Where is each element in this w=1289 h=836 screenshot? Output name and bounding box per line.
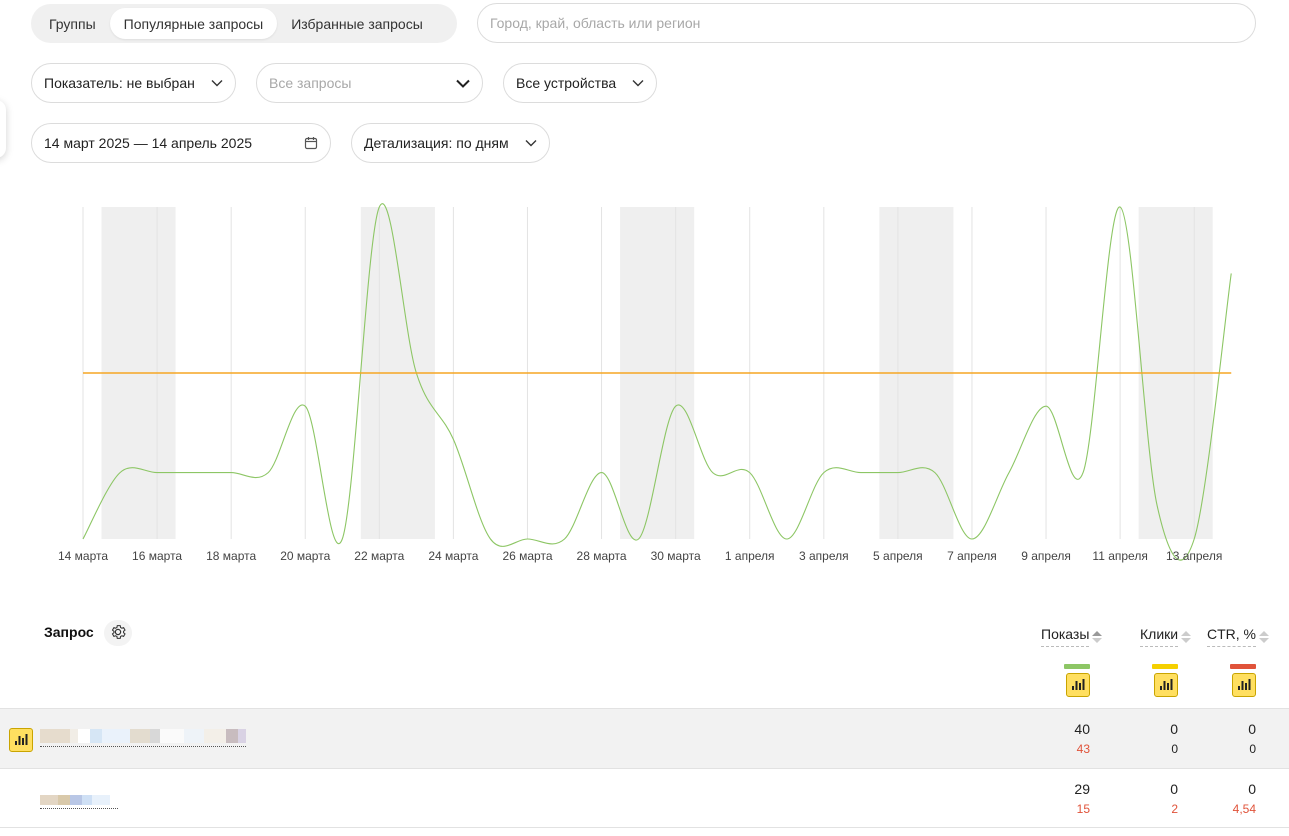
bar-chart-icon [1071,677,1085,694]
impressions-value: 29 [1074,781,1090,797]
chevron-down-icon [456,79,470,88]
clicks-prev-value: 0 [1171,742,1178,756]
indicator-dropdown-label: Показатель: не выбран [44,75,195,91]
redacted-query-text[interactable] [40,729,246,747]
column-header-impressions[interactable]: Показы [1041,626,1103,647]
indicator-dropdown[interactable]: Показатель: не выбран [31,63,236,103]
tab-groups[interactable]: Группы [35,8,110,39]
ctr-prev-value: 4,54 [1232,802,1256,816]
ctr-value: 0 [1248,781,1256,797]
ctr-chart-toggle[interactable] [1232,673,1256,697]
x-tick-label: 7 апреля [947,549,997,563]
x-tick-label: 30 марта [651,549,701,563]
clicks-prev-value: 2 [1171,802,1178,816]
detail-dropdown-label: Детализация: по дням [364,135,509,151]
impressions-value: 40 [1074,721,1090,737]
x-tick-label: 3 апреля [799,549,849,563]
x-tick-label: 18 марта [206,549,256,563]
queries-dropdown-placeholder: Все запросы [269,75,352,91]
line-chart: 14 марта 16 марта 18 марта 20 марта 22 марта… [58,203,1232,563]
tab-popular-queries[interactable]: Популярные запросы [109,8,278,39]
clicks-value: 0 [1170,781,1178,797]
ctr-color-marker [1230,664,1256,669]
sort-icon [1258,630,1270,644]
sort-icon [1180,630,1192,644]
column-header-ctr[interactable]: CTR, % [1207,626,1270,647]
side-panel-handle[interactable] [0,100,6,158]
detail-dropdown[interactable]: Детализация: по дням [351,123,550,163]
chevron-down-icon [632,79,644,87]
clicks-color-marker [1152,664,1178,669]
devices-dropdown-label: Все устройства [516,75,617,91]
ctr-prev-value: 0 [1249,742,1256,756]
redacted-query-text[interactable] [40,795,118,809]
chevron-down-icon [525,139,537,147]
x-tick-label: 1 апреля [725,549,775,563]
bar-chart-icon [1237,677,1251,694]
column-header-clicks[interactable]: Клики [1140,626,1192,647]
impressions-prev-value: 43 [1076,742,1090,756]
impressions-color-marker [1064,664,1090,669]
table-row[interactable]: 29 15 0 2 0 4,54 [0,768,1289,828]
x-tick-label: 13 апреля [1166,549,1222,563]
table-row[interactable]: 40 43 0 0 0 0 [0,708,1289,768]
bar-chart-icon [14,732,28,749]
calendar-icon [304,136,318,150]
region-search-input[interactable] [477,3,1256,43]
impressions-prev-value: 15 [1076,802,1090,816]
sort-icon [1091,630,1103,644]
query-column-header: Запрос [44,624,94,640]
x-tick-label: 22 марта [354,549,404,563]
x-tick-label: 16 марта [132,549,182,563]
ctr-value: 0 [1248,721,1256,737]
x-tick-label: 14 марта [58,549,108,563]
settings-button[interactable] [104,620,132,646]
x-tick-label: 26 марта [502,549,552,563]
bar-chart-icon [1159,677,1173,694]
queries-dropdown[interactable]: Все запросы [256,63,483,103]
x-tick-label: 9 апреля [1021,549,1071,563]
x-tick-label: 11 апреля [1092,549,1147,563]
tab-favorite-queries[interactable]: Избранные запросы [277,8,437,39]
view-tabs: Группы Популярные запросы Избранные запр… [31,4,457,43]
x-tick-label: 24 марта [428,549,478,563]
devices-dropdown[interactable]: Все устройства [503,63,657,103]
x-tick-label: 20 марта [280,549,330,563]
gear-icon [109,623,127,644]
x-tick-label: 5 апреля [873,549,923,563]
x-tick-label: 28 марта [577,549,627,563]
row-chart-toggle[interactable] [9,728,33,752]
impressions-chart-toggle[interactable] [1066,673,1090,697]
date-range-picker[interactable]: 14 март 2025 — 14 апрель 2025 [31,123,331,163]
clicks-chart-toggle[interactable] [1154,673,1178,697]
date-range-label: 14 март 2025 — 14 апрель 2025 [44,135,253,151]
clicks-value: 0 [1170,721,1178,737]
chevron-down-icon [211,79,223,87]
